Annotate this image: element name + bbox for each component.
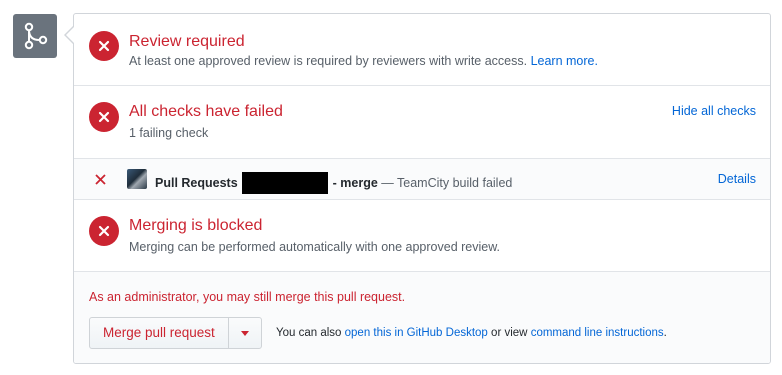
alternative-merge-text: You can also open this in GitHub Desktop… <box>276 327 667 339</box>
open-github-desktop-link[interactable]: open this in GitHub Desktop <box>345 327 488 339</box>
alt-suffix: . <box>663 327 667 339</box>
checks-title: All checks have failed <box>129 103 283 120</box>
checks-section: All checks have failed 1 failing check H… <box>74 86 770 158</box>
review-required-section: Review required At least one approved re… <box>74 14 770 86</box>
admin-note: As an administrator, you may still merge… <box>89 290 406 304</box>
caret-down-icon <box>240 330 249 336</box>
review-required-title: Review required <box>129 33 245 50</box>
merge-status-panel: Review required At least one approved re… <box>73 13 771 364</box>
panel-pointer-inner <box>66 27 74 43</box>
check-description: Pull Requests - merge — TeamCity build f… <box>155 172 512 194</box>
x-circle-icon <box>89 102 119 132</box>
redacted-block <box>242 172 329 194</box>
details-link[interactable]: Details <box>718 172 756 186</box>
merging-blocked-title: Merging is blocked <box>129 217 263 234</box>
check-status: — TeamCity build failed <box>381 176 513 190</box>
merge-options-dropdown[interactable] <box>229 318 261 348</box>
alt-prefix: You can also <box>276 327 342 339</box>
x-circle-icon <box>89 216 119 246</box>
alt-middle: or view <box>491 327 528 339</box>
x-circle-icon <box>89 31 119 61</box>
merging-blocked-section: Merging is blocked Merging can be perfor… <box>74 200 770 272</box>
check-branch: - merge <box>332 176 378 190</box>
admin-merge-section: As an administrator, you may still merge… <box>74 272 770 363</box>
learn-more-link[interactable]: Learn more. <box>531 54 598 68</box>
review-required-desc: At least one approved review is required… <box>129 54 598 68</box>
check-name: Pull Requests <box>155 176 238 190</box>
merge-button-group: Merge pull request <box>89 317 262 349</box>
check-row: Pull Requests - merge — TeamCity build f… <box>74 158 770 200</box>
merging-blocked-desc: Merging can be performed automatically w… <box>129 240 501 254</box>
failing-count: 1 failing check <box>129 126 209 140</box>
hide-all-checks-link[interactable]: Hide all checks <box>672 104 756 118</box>
x-icon <box>95 174 106 185</box>
git-merge-icon <box>13 14 57 58</box>
command-line-instructions-link[interactable]: command line instructions <box>531 327 664 339</box>
review-desc-text: At least one approved review is required… <box>129 54 528 68</box>
avatar <box>127 169 147 189</box>
merge-pull-request-button[interactable]: Merge pull request <box>90 318 229 348</box>
